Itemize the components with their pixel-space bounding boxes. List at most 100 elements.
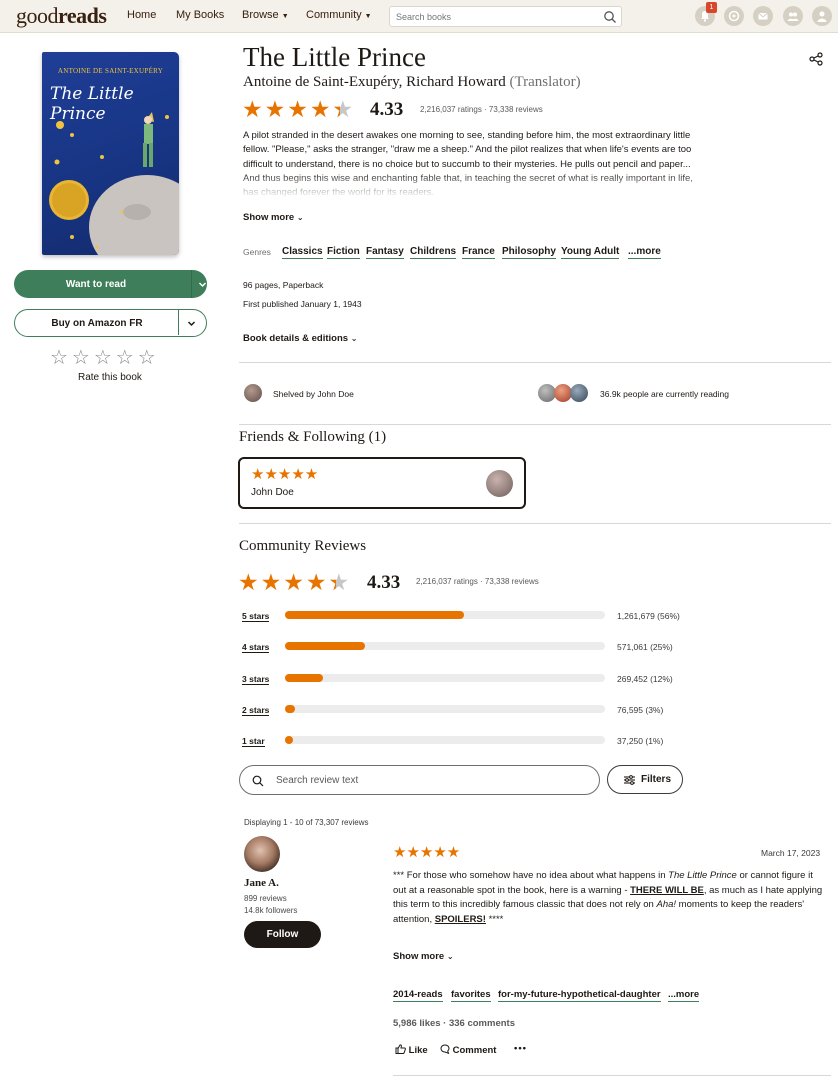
ratings-count[interactable]: 2,216,037 ratings · 73,338 reviews: [420, 105, 543, 114]
histogram-fill: [285, 674, 324, 682]
genre-young-adult[interactable]: Young Adult: [561, 246, 620, 259]
chevron-down-icon[interactable]: [198, 280, 207, 289]
filters-label: Filters: [641, 774, 672, 785]
histogram-5-stars-value: 1,261,679 (56%): [617, 611, 680, 621]
community-ratings-count: 2,216,037 ratings · 73,338 reviews: [416, 577, 539, 586]
cover-illustration: [49, 112, 179, 255]
thumbs-up-icon: [395, 1044, 406, 1054]
review-date[interactable]: March 17, 2023: [761, 848, 820, 858]
nav-community-label: Community: [306, 9, 362, 21]
friend-avatar[interactable]: [486, 470, 513, 497]
header-search-input[interactable]: Search books: [389, 6, 622, 27]
like-label: Like: [408, 1045, 428, 1056]
description-fade: [240, 172, 700, 198]
nav-my-books[interactable]: My Books: [176, 9, 224, 21]
reviewer-name[interactable]: Jane A.: [244, 877, 279, 889]
reader-avatar[interactable]: [570, 384, 588, 402]
histogram-3-stars-label[interactable]: 3 stars: [242, 674, 270, 685]
histogram-fill: [285, 611, 465, 619]
book-cover[interactable]: ANTOINE DE SAINT-EXUPÉRY The Little Prin…: [42, 52, 179, 255]
genre-childrens[interactable]: Childrens: [410, 246, 457, 259]
genre-classics[interactable]: Classics: [282, 246, 323, 259]
genres-more-link[interactable]: ...more: [628, 246, 661, 259]
john-doe-avatar[interactable]: [244, 384, 262, 402]
filter-sliders-icon: [624, 775, 635, 785]
translator-role: (Translator): [509, 74, 581, 90]
profile-avatar-icon[interactable]: [812, 6, 832, 26]
histogram-5-stars-bar[interactable]: [285, 611, 605, 619]
logo-text-bold: reads: [58, 3, 107, 28]
author-names[interactable]: Antoine de Saint-Exupéry, Richard Howard: [243, 74, 506, 90]
buy-on-amazon-button[interactable]: Buy on Amazon FR: [14, 309, 207, 337]
divider: [239, 362, 831, 363]
chevron-down-icon: ⌄: [446, 952, 454, 961]
reviewer-reviews-count: 899 reviews: [244, 894, 287, 903]
first-published: First published January 1, 1943: [243, 299, 362, 309]
chevron-down-icon: ⌄: [296, 213, 304, 222]
top-navigation-bar: goodreads Home My Books Browse ▼ Communit…: [0, 0, 838, 33]
friends-following-heading: Friends & Following (1): [239, 429, 387, 445]
book-authors: Antoine de Saint-Exupéry, Richard Howard…: [243, 74, 581, 91]
chevron-down-icon: ▼: [281, 13, 289, 20]
search-icon[interactable]: [603, 10, 617, 24]
rate-this-book-stars[interactable]: ☆☆☆☆☆: [50, 345, 160, 370]
discussions-icon[interactable]: [724, 6, 744, 26]
filters-button[interactable]: Filters: [607, 765, 683, 794]
want-to-read-button[interactable]: Want to read: [14, 270, 207, 298]
nav-browse-label: Browse: [242, 9, 279, 21]
histogram-2-stars-bar[interactable]: [285, 705, 605, 713]
histogram-1-star-bar[interactable]: [285, 736, 605, 744]
follow-button[interactable]: Follow: [244, 921, 321, 948]
review-emphasis: SPOILERS!: [434, 913, 486, 925]
shelf-tag[interactable]: 2014-reads: [393, 989, 443, 1002]
description-show-more[interactable]: Show more ⌄: [243, 212, 304, 223]
like-button[interactable]: Like: [395, 1044, 428, 1056]
histogram-5-stars-label[interactable]: 5 stars: [242, 611, 270, 622]
reviews-displaying-count: Displaying 1 - 10 of 73,307 reviews: [244, 818, 369, 827]
share-icon[interactable]: [809, 52, 823, 66]
chevron-down-icon[interactable]: [187, 319, 196, 328]
friend-rating-card[interactable]: ★★★★★ John Doe: [238, 457, 526, 509]
histogram-3-stars-bar[interactable]: [285, 674, 605, 682]
histogram-4-stars-label[interactable]: 4 stars: [242, 642, 270, 653]
shelf-tag[interactable]: for-my-future-hypothetical-daughter: [498, 989, 661, 1002]
nav-browse[interactable]: Browse ▼: [242, 9, 289, 21]
histogram-fill: [285, 705, 295, 713]
show-more-label: Show more: [393, 951, 445, 962]
friends-icon[interactable]: [783, 6, 803, 26]
genre-philosophy[interactable]: Philosophy: [502, 246, 556, 259]
histogram-2-stars-label[interactable]: 2 stars: [242, 705, 270, 716]
book-details-label: Book details & editions: [243, 333, 349, 344]
nav-home-label: Home: [127, 9, 157, 21]
histogram-4-stars-bar[interactable]: [285, 642, 605, 650]
nav-community[interactable]: Community ▼: [306, 9, 372, 21]
search-review-input[interactable]: Search review text: [239, 765, 600, 795]
genre-fantasy[interactable]: Fantasy: [366, 246, 404, 259]
histogram-fill: [285, 642, 365, 650]
chevron-down-icon: ⌄: [350, 334, 358, 343]
genre-fiction[interactable]: Fiction: [327, 246, 360, 259]
divider: [239, 424, 831, 425]
reviewer-avatar[interactable]: [244, 836, 280, 872]
show-more-label: Show more: [243, 212, 295, 223]
review-text-part: *** For those who somehow have no idea a…: [393, 870, 669, 881]
genre-france[interactable]: France: [462, 246, 495, 259]
book-details-link[interactable]: Book details & editions ⌄: [243, 333, 357, 344]
messages-icon[interactable]: [753, 6, 773, 26]
nav-home[interactable]: Home: [127, 9, 156, 21]
currently-reading-count[interactable]: 36.9k people are currently reading: [600, 389, 729, 399]
histogram-fill: [285, 736, 293, 744]
review-text-part: ****: [485, 913, 504, 925]
goodreads-logo[interactable]: goodreads: [16, 3, 107, 29]
tags-more-link[interactable]: ...more: [668, 989, 700, 1002]
more-options-icon[interactable]: •••: [514, 1043, 527, 1054]
shelf-tag[interactable]: favorites: [451, 989, 491, 1002]
comment-icon: [440, 1044, 450, 1055]
search-icon: [252, 775, 264, 787]
histogram-1-star-label[interactable]: 1 star: [242, 736, 265, 747]
review-stats[interactable]: 5,986 likes · 336 comments: [393, 1018, 515, 1029]
comment-button[interactable]: Comment: [440, 1044, 496, 1056]
button-divider: [178, 310, 179, 335]
histogram-1-star-value: 37,250 (1%): [617, 736, 664, 746]
review-show-more[interactable]: Show more ⌄: [393, 951, 454, 962]
